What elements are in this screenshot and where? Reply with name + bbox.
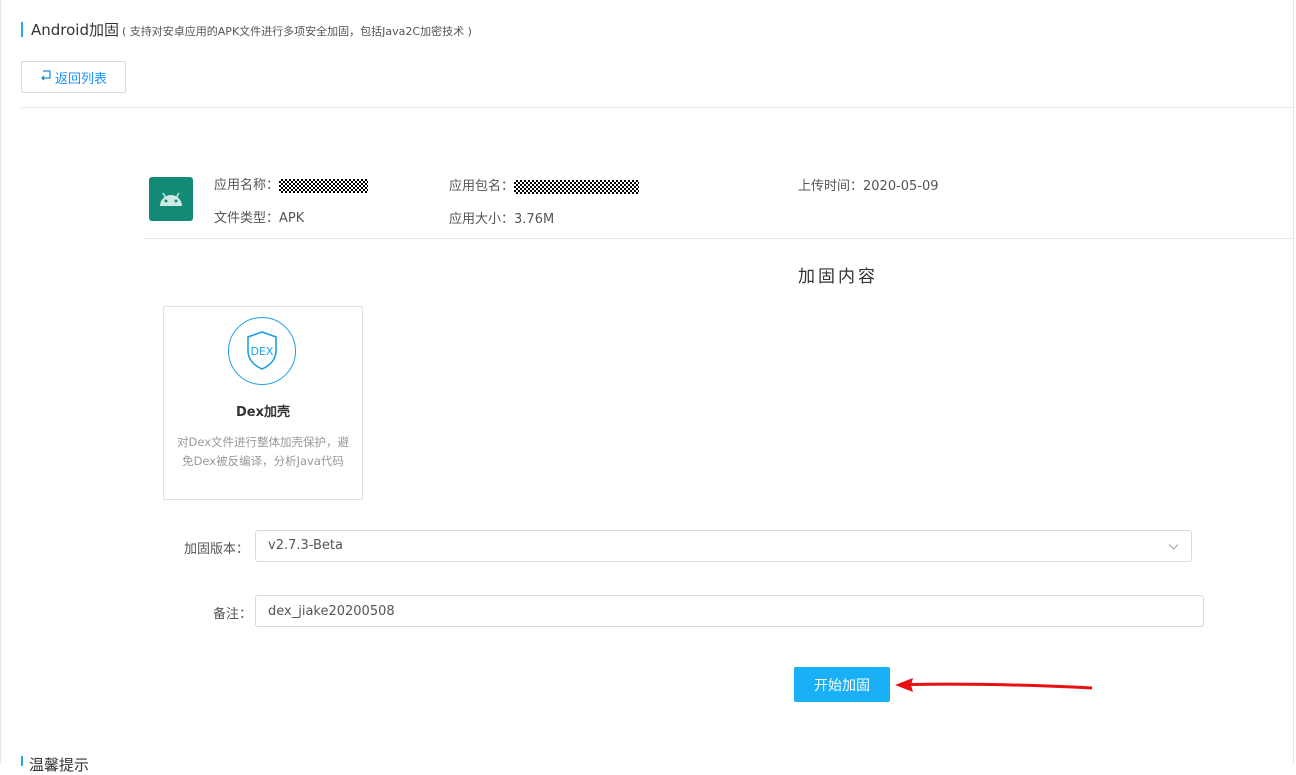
file-type-value: APK — [279, 211, 305, 226]
section-title: 加固内容 — [798, 267, 878, 287]
divider — [144, 238, 1293, 239]
file-type: 文件类型：APK — [214, 207, 304, 226]
back-to-list-button[interactable]: 返回列表 — [21, 61, 126, 93]
version-label: 加固版本： — [184, 542, 250, 557]
left-border — [0, 0, 1, 763]
upload-time-label: 上传时间： — [798, 179, 864, 194]
tip-title: 温馨提示 — [29, 756, 90, 774]
page-title-text: Android加固 — [31, 21, 119, 39]
app-package-label: 应用包名： — [449, 179, 515, 194]
red-arrow-annotation — [895, 678, 1093, 692]
app-size: 应用大小：3.76M — [449, 208, 554, 227]
upload-time-value: 2020-05-09 — [863, 179, 939, 194]
upload-time: 上传时间：2020-05-09 — [798, 175, 939, 194]
title-accent-bar — [21, 22, 23, 37]
back-to-list-label: 返回列表 — [54, 71, 107, 87]
page-subtitle: ( 支持对安卓应用的APK文件进行多项安全加固，包括Java2C加密技术 ) — [122, 25, 472, 38]
dex-shell-option-card[interactable]: DEX Dex加壳 对Dex文件进行整体加壳保护，避免Dex被反编译，分析Jav… — [163, 306, 363, 500]
return-arrow-icon — [40, 69, 52, 85]
scrollbar-track — [1293, 0, 1294, 763]
tip-accent-bar — [21, 756, 23, 766]
page-title: Android加固( 支持对安卓应用的APK文件进行多项安全加固，包括Java2… — [31, 19, 472, 40]
remark-input[interactable] — [255, 595, 1204, 627]
file-type-label: 文件类型： — [214, 211, 280, 226]
chevron-down-icon — [1168, 540, 1179, 555]
app-name-redacted — [279, 178, 369, 193]
card-description: 对Dex文件进行整体加壳保护，避免Dex被反编译，分析Java代码 — [176, 435, 350, 468]
app-name: 应用名称： — [214, 174, 369, 193]
version-select-value: v2.7.3-Beta — [268, 538, 343, 553]
divider — [21, 107, 1293, 108]
android-icon — [149, 177, 193, 221]
app-size-value: 3.76M — [514, 212, 555, 227]
card-title: Dex加壳 — [236, 405, 290, 420]
dex-icon-text: DEX — [251, 345, 274, 358]
remark-label: 备注： — [213, 607, 253, 622]
dex-shield-icon: DEX — [228, 317, 296, 385]
start-harden-button[interactable]: 开始加固 — [794, 667, 890, 702]
app-name-label: 应用名称： — [214, 178, 280, 193]
version-select[interactable]: v2.7.3-Beta — [255, 530, 1192, 562]
app-package: 应用包名： — [449, 175, 640, 194]
app-package-redacted — [514, 179, 640, 194]
app-size-label: 应用大小： — [449, 212, 515, 227]
